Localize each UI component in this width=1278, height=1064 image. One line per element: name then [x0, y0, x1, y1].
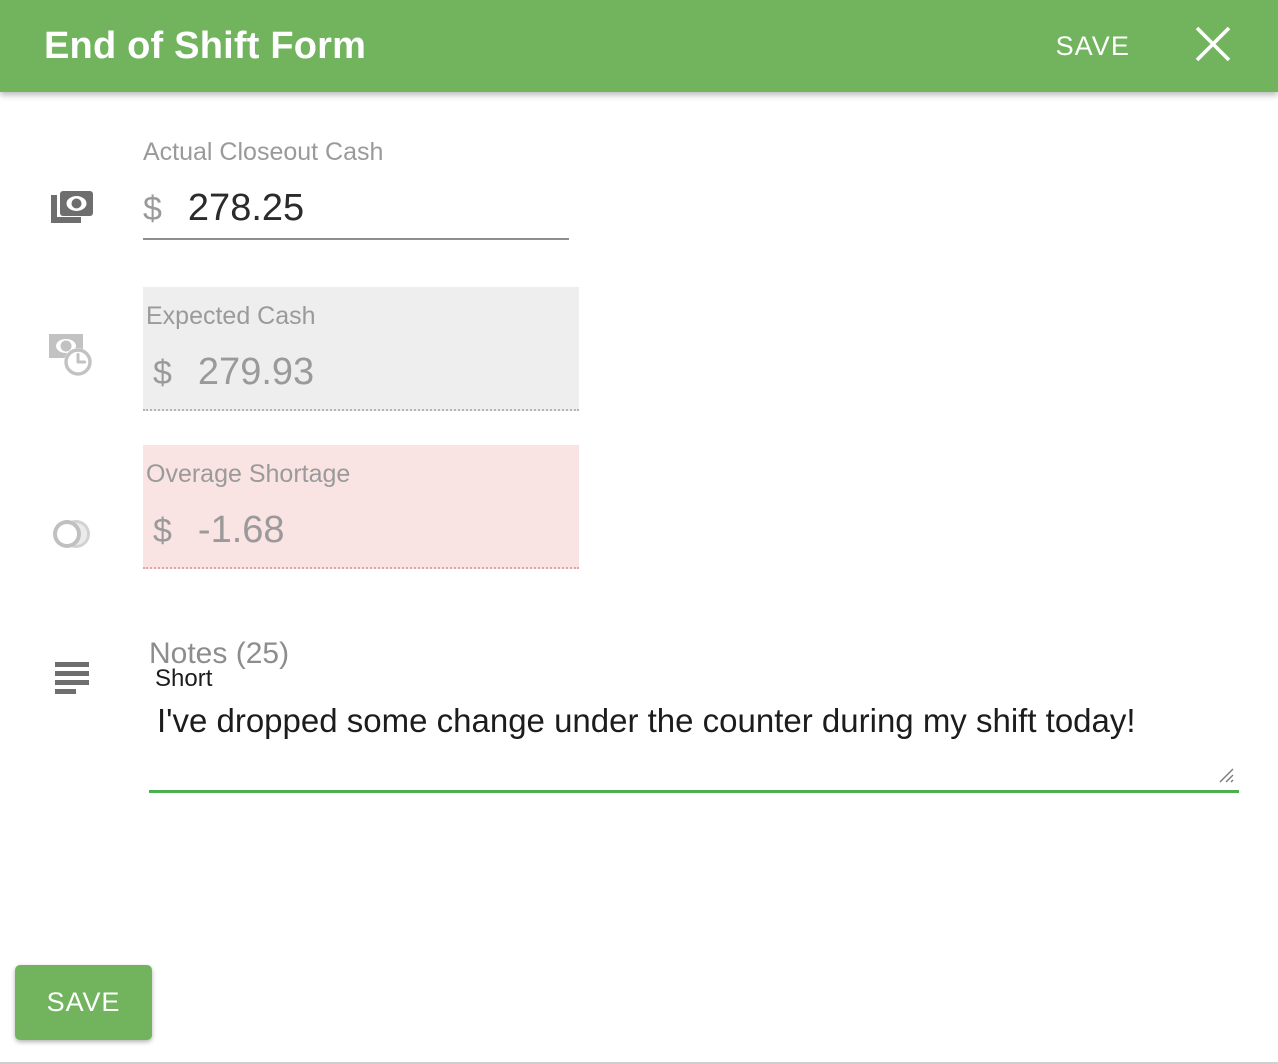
banknote-icon	[44, 189, 100, 231]
page-title: End of Shift Form	[44, 25, 367, 67]
header-save-button[interactable]: SAVE	[1042, 23, 1144, 70]
actual-closeout-cash-label: Actual Closeout Cash	[143, 138, 384, 166]
expected-cash-label: Expected Cash	[146, 302, 316, 330]
currency-symbol: $	[143, 190, 162, 228]
banknote-clock-icon	[44, 330, 100, 380]
actual-closeout-cash-value[interactable]: 278.25	[188, 189, 304, 227]
currency-symbol: $	[153, 354, 172, 392]
notes-textarea[interactable]: I've dropped some change under the count…	[149, 670, 1239, 793]
overage-shortage-value: -1.68	[197, 509, 285, 551]
close-button[interactable]	[1182, 15, 1244, 77]
overage-shortage-input-wrapper: Overage Shortage $ -1.68	[143, 445, 579, 569]
actual-closeout-cash-input-wrapper[interactable]: Actual Closeout Cash $ 278.25	[143, 137, 569, 240]
currency-symbol: $	[153, 512, 172, 550]
form-body: Actual Closeout Cash $ 278.25 Expected C…	[0, 92, 1278, 1064]
expected-cash-value-row: $ 279.93	[143, 331, 579, 397]
expected-cash-value: 279.93	[197, 351, 315, 393]
expected-cash-input-wrapper: Expected Cash $ 279.93	[143, 287, 579, 411]
overage-shortage-value-row: $ -1.68	[143, 489, 579, 555]
resize-handle-icon[interactable]	[1215, 764, 1237, 786]
footer-save-button[interactable]: SAVE	[15, 965, 152, 1040]
notes-value[interactable]: I've dropped some change under the count…	[149, 700, 1239, 741]
notes-label: Notes (25)	[149, 637, 290, 670]
actual-closeout-cash-value-row[interactable]: $ 278.25	[143, 167, 569, 240]
notes-input-wrapper[interactable]: Notes (25) I've dropped some change unde…	[149, 637, 1239, 793]
overage-shortage-label: Overage Shortage	[146, 460, 351, 488]
overlapping-coins-icon	[44, 517, 100, 551]
text-lines-icon	[44, 659, 100, 695]
field-notes: Notes (25) I've dropped some change unde…	[44, 637, 1239, 793]
close-x-icon	[1189, 20, 1237, 73]
window-titlebar: End of Shift Form SAVE	[0, 0, 1278, 92]
